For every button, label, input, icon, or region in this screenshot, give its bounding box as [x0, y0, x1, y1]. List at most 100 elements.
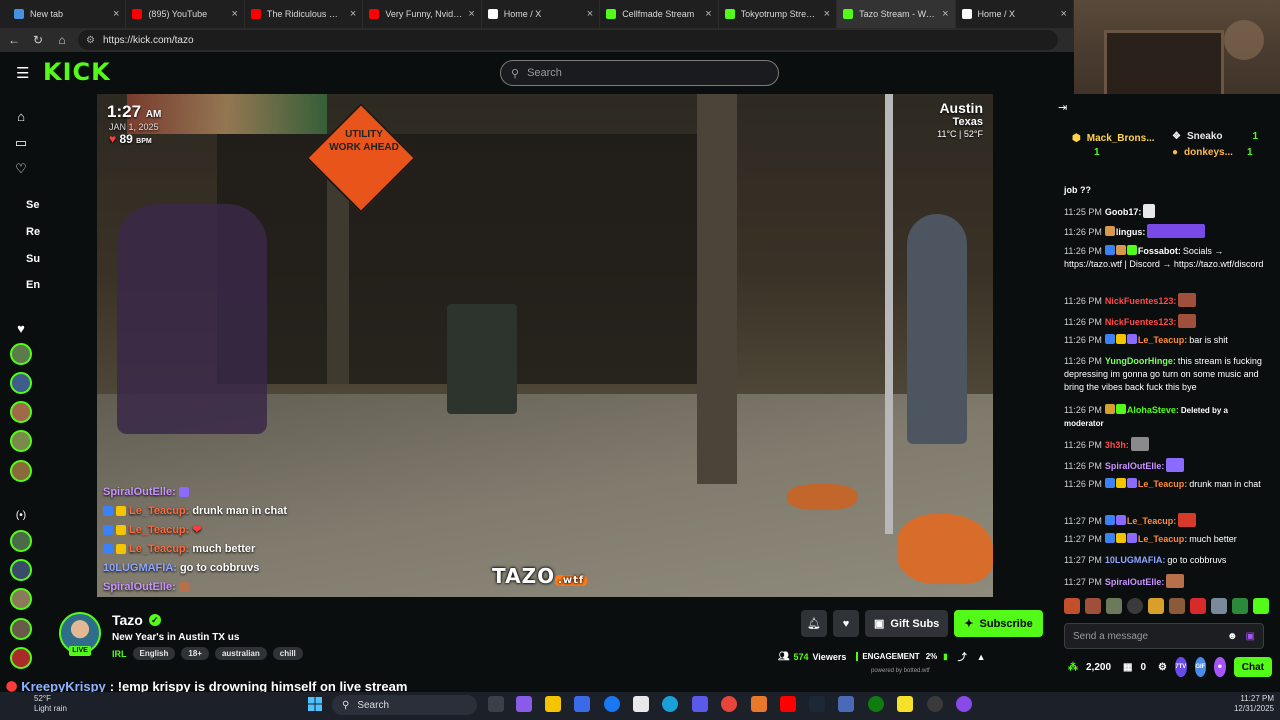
leaderboard-entry[interactable]: ● donkeys... 1: [1172, 147, 1253, 158]
obs-icon[interactable]: [927, 696, 943, 712]
chat-user[interactable]: Le_Teacup:: [1138, 335, 1187, 345]
chat-user[interactable]: Goob17:: [1105, 207, 1142, 217]
youtube-icon[interactable]: [780, 696, 796, 712]
followed-channel-avatar[interactable]: [10, 460, 32, 482]
emote-menu-icon[interactable]: ☻: [1214, 657, 1226, 677]
site-info-icon[interactable]: ⚙: [86, 35, 95, 46]
file-explorer-icon[interactable]: [545, 696, 561, 712]
emote-icon[interactable]: [1106, 598, 1122, 614]
tag-pill[interactable]: australian: [214, 647, 267, 660]
channel-points[interactable]: 2,200: [1086, 662, 1111, 673]
task-view-icon[interactable]: [488, 696, 504, 712]
steam-icon[interactable]: [809, 696, 825, 712]
home-icon[interactable]: ⌂: [12, 107, 30, 125]
chat-user[interactable]: AlohaSteve:: [1127, 405, 1179, 415]
chat-user[interactable]: Le_Teacup:: [1138, 479, 1187, 489]
chat-user[interactable]: YungDoorHinge:: [1105, 356, 1176, 366]
emote-picker-icon[interactable]: ▣: [1246, 631, 1255, 642]
follow-heart-icon[interactable]: ♥: [833, 610, 859, 637]
settings-gear-icon[interactable]: ⚙: [1158, 662, 1167, 673]
sidebar-section-re[interactable]: Re: [26, 226, 40, 238]
chat-user[interactable]: NickFuentes123:: [1105, 317, 1177, 327]
taskbar-weather[interactable]: 52°F Light rain: [8, 694, 67, 714]
sidebar-section-se[interactable]: Se: [26, 199, 39, 211]
chat-user[interactable]: SpiralOutElle:: [1105, 461, 1165, 471]
browse-icon[interactable]: ▭: [12, 134, 30, 152]
chat-user[interactable]: Le_Teacup:: [1127, 516, 1176, 526]
back-icon[interactable]: ←: [6, 32, 22, 48]
emote-icon[interactable]: [1064, 598, 1080, 614]
recommended-channel-avatar[interactable]: [10, 647, 32, 669]
tab-close-icon[interactable]: ×: [942, 8, 948, 20]
subscribe-button[interactable]: ✦ Subscribe: [954, 610, 1043, 637]
store-icon[interactable]: [574, 696, 590, 712]
emote-icon[interactable]: [1085, 598, 1101, 614]
amazon-icon[interactable]: [633, 696, 649, 712]
recommended-channel-avatar[interactable]: [10, 588, 32, 610]
xbox-icon[interactable]: [868, 696, 884, 712]
chat-user[interactable]: NickFuentes123:: [1105, 296, 1177, 306]
chat-user[interactable]: lingus:: [1116, 227, 1146, 237]
taskbar-search[interactable]: ⚲ Search: [332, 695, 477, 715]
emote-icon[interactable]: [1169, 598, 1185, 614]
followed-channel-avatar[interactable]: [10, 372, 32, 394]
menu-icon[interactable]: ☰: [16, 64, 32, 82]
emote-icon[interactable]: [1232, 598, 1248, 614]
kick-logo[interactable]: KICK: [43, 58, 111, 86]
collapse-chat-icon[interactable]: ⇥: [1058, 101, 1067, 114]
tab-close-icon[interactable]: ×: [113, 8, 119, 20]
emote-icon[interactable]: [1190, 598, 1206, 614]
app-icon[interactable]: [751, 696, 767, 712]
notes-icon[interactable]: [897, 696, 913, 712]
browser-tab[interactable]: Home / X ×: [956, 0, 1074, 28]
gift-subs-button[interactable]: ▣ Gift Subs: [865, 610, 949, 637]
app-icon[interactable]: [838, 696, 854, 712]
recommended-channel-avatar[interactable]: [10, 530, 32, 552]
browser-tab[interactable]: Home / X ×: [482, 0, 601, 28]
browser-tab[interactable]: Very Funny, Nvidia... - Yo ×: [363, 0, 482, 28]
tag-pill[interactable]: chill: [272, 647, 303, 660]
recommended-channel-avatar[interactable]: [10, 559, 32, 581]
recommended-channel-avatar[interactable]: [10, 618, 32, 640]
leaderboard-entry[interactable]: ❖ Sneako 1: [1172, 131, 1258, 142]
browser-tab[interactable]: New tab ×: [8, 0, 127, 28]
tab-close-icon[interactable]: ×: [1061, 8, 1067, 20]
chat-message-input[interactable]: Send a message ☻ ▣: [1064, 623, 1264, 649]
browser-tab[interactable]: Cellfmade Stream ×: [600, 0, 719, 28]
tab-close-icon[interactable]: ×: [468, 8, 474, 20]
sidebar-section-en[interactable]: En: [26, 279, 40, 291]
emoji-icon[interactable]: ☻: [1227, 631, 1238, 642]
browser-tab[interactable]: (895) YouTube ×: [126, 0, 245, 28]
browser-tab[interactable]: The Ridiculous Engineer ×: [245, 0, 364, 28]
followed-channel-avatar[interactable]: [10, 401, 32, 423]
tab-close-icon[interactable]: ×: [705, 8, 711, 20]
reload-icon[interactable]: ↻: [30, 32, 46, 48]
emote-icon[interactable]: [1127, 598, 1143, 614]
chat-user[interactable]: Le_Teacup:: [1138, 534, 1187, 544]
sidebar-section-su[interactable]: Su: [26, 253, 40, 265]
followed-channel-avatar[interactable]: [10, 430, 32, 452]
taskbar-clock[interactable]: 11:27 PM 12/31/2025: [1222, 694, 1274, 714]
tab-close-icon[interactable]: ×: [350, 8, 356, 20]
gif-button[interactable]: GIF: [1194, 657, 1207, 677]
leaderboard-entry[interactable]: ⬢ Mack_Brons...: [1072, 133, 1155, 144]
share-icon[interactable]: ⤴: [958, 650, 967, 663]
app-icon[interactable]: [956, 696, 972, 712]
browser-tab[interactable]: Tazo Stream - Watc ×: [837, 0, 956, 28]
tab-close-icon[interactable]: ×: [231, 8, 237, 20]
tag-pill[interactable]: 18+: [181, 647, 209, 660]
video-player[interactable]: UTILITY WORK AHEAD 1:27 AM JAN 1, 2025 ♥…: [97, 94, 993, 597]
emote-icon[interactable]: [1148, 598, 1164, 614]
chat-user[interactable]: SpiralOutElle:: [1105, 577, 1165, 587]
windows-start-icon[interactable]: [308, 697, 322, 711]
chat-send-button[interactable]: Chat: [1233, 657, 1272, 677]
tab-close-icon[interactable]: ×: [824, 8, 830, 20]
emote-icon[interactable]: [1253, 598, 1269, 614]
edge-icon[interactable]: [662, 696, 678, 712]
browser-tab[interactable]: Tokyotrump Stream ×: [719, 0, 838, 28]
notification-bell-icon[interactable]: 🔔︎: [801, 610, 827, 637]
calculator-icon[interactable]: [692, 696, 708, 712]
report-icon[interactable]: ▲: [977, 652, 986, 662]
category-link[interactable]: IRL: [112, 649, 127, 659]
chat-user[interactable]: 3h3h:: [1105, 440, 1129, 450]
